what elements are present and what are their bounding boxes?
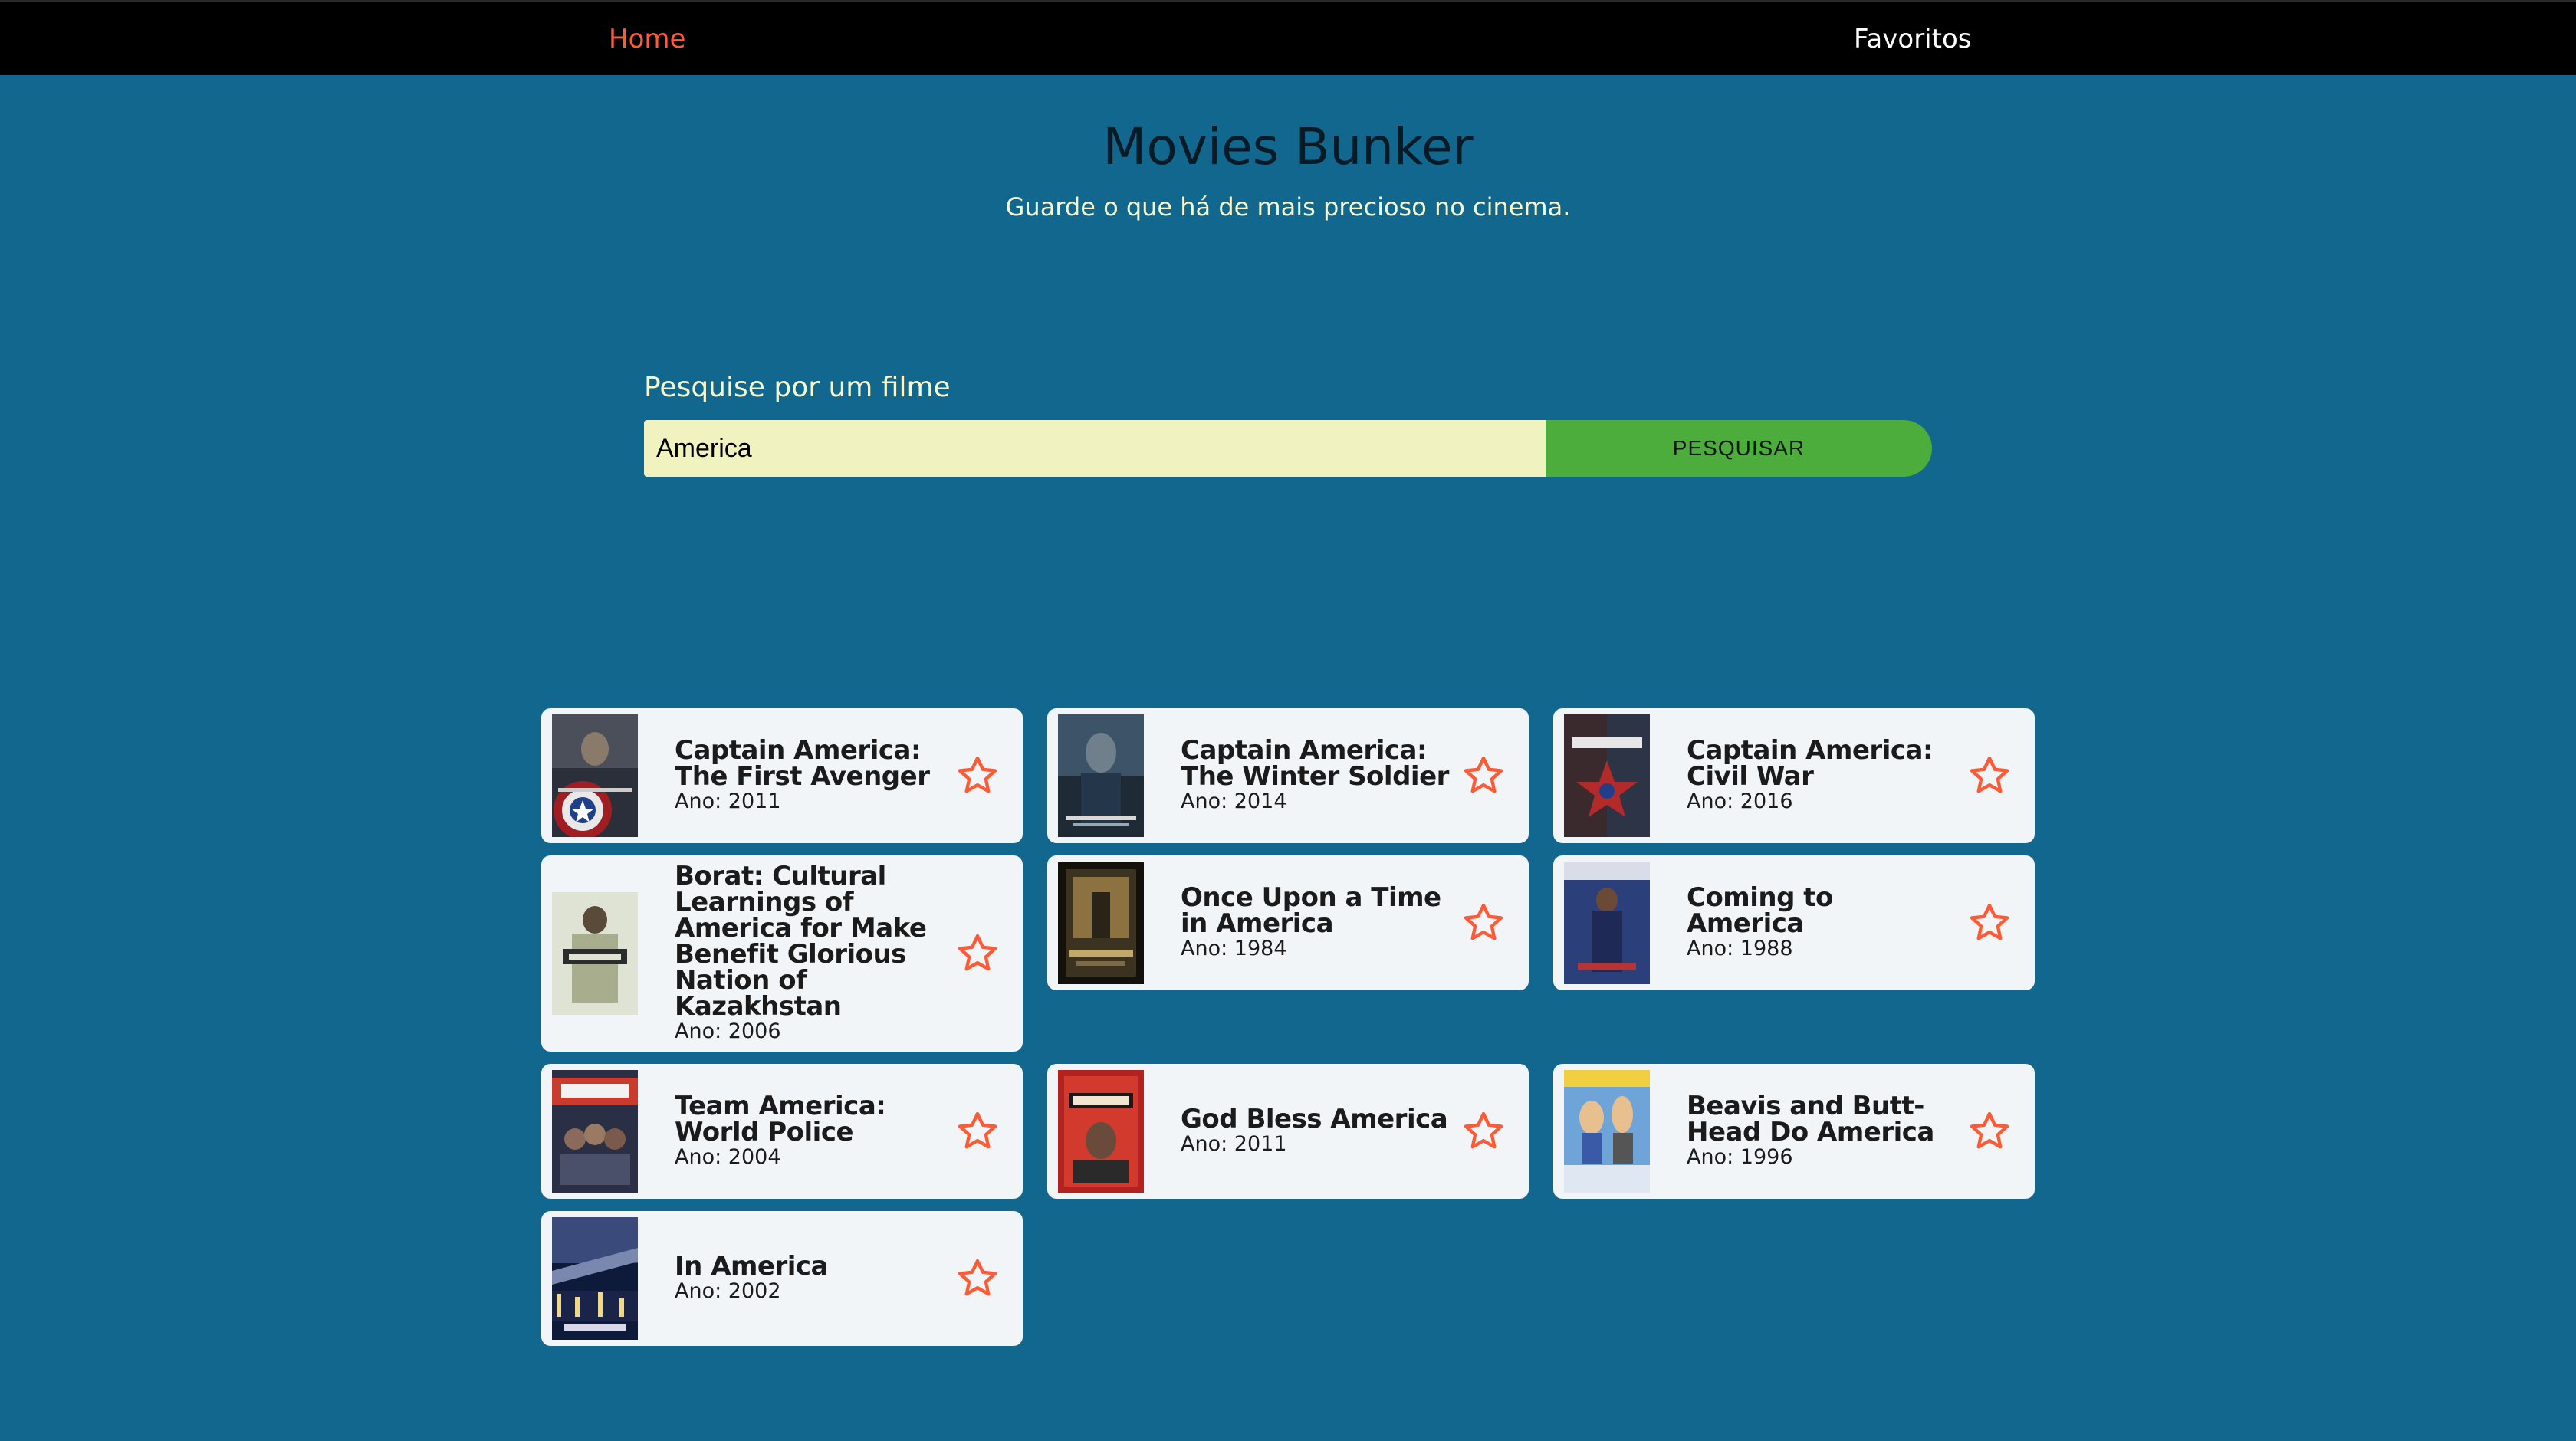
movie-title: Team America: World Police xyxy=(675,1091,886,1147)
movie-title: Once Upon a Time in America xyxy=(1181,882,1441,939)
movie-poster xyxy=(552,714,638,837)
movie-poster xyxy=(1058,714,1144,837)
movie-poster xyxy=(552,892,638,1015)
movie-card: Once Upon a Time in America Ano: 1984 xyxy=(1047,855,1529,990)
movie-info: Beavis and Butt-Head Do America Ano: 199… xyxy=(1687,1091,1958,1171)
page-subtitle: Guarde o que há de mais precioso no cine… xyxy=(1005,192,1571,222)
movie-info: In America Ano: 2002 xyxy=(675,1252,946,1305)
search-label: Pesquise por um filme xyxy=(644,372,951,403)
movie-title: Captain America: The Winter Soldier xyxy=(1181,735,1449,792)
search-input[interactable] xyxy=(644,420,1546,477)
star-outline-icon[interactable] xyxy=(1461,901,1506,945)
movie-poster xyxy=(1058,862,1144,984)
movie-poster xyxy=(552,1070,638,1193)
movie-year: Ano: 1996 xyxy=(1687,1145,1793,1169)
movie-poster xyxy=(552,1217,638,1340)
movie-info: Captain America: Civil War Ano: 2016 xyxy=(1687,736,1958,816)
top-navigation: Home Favoritos xyxy=(0,0,2576,75)
movie-poster xyxy=(1058,1070,1144,1193)
movie-title: Coming to America xyxy=(1687,882,1833,939)
movie-year: Ano: 1988 xyxy=(1687,937,1793,960)
movie-year: Ano: 2011 xyxy=(675,789,781,813)
star-outline-icon[interactable] xyxy=(1967,901,2012,945)
movie-info: Borat: Cultural Learnings of America for… xyxy=(675,862,946,1045)
movie-info: Team America: World Police Ano: 2004 xyxy=(675,1091,946,1171)
movie-info: God Bless America Ano: 2011 xyxy=(1181,1105,1452,1158)
movie-year: Ano: 2002 xyxy=(675,1279,781,1303)
movie-card: God Bless America Ano: 2011 xyxy=(1047,1064,1529,1199)
nav-favorites-link[interactable]: Favoritos xyxy=(1854,24,1971,54)
movie-card: Coming to America Ano: 1988 xyxy=(1553,855,2035,990)
movie-title: God Bless America xyxy=(1181,1104,1448,1134)
movie-card: Team America: World Police Ano: 2004 xyxy=(541,1064,1023,1199)
movie-year: Ano: 2004 xyxy=(675,1145,781,1169)
star-outline-icon[interactable] xyxy=(1967,1109,2012,1154)
movie-card: Captain America: The Winter Soldier Ano:… xyxy=(1047,708,1529,843)
movie-year: Ano: 2011 xyxy=(1181,1132,1287,1156)
star-outline-icon[interactable] xyxy=(955,1256,1000,1301)
movie-year: Ano: 2014 xyxy=(1181,789,1287,813)
movie-info: Once Upon a Time in America Ano: 1984 xyxy=(1181,883,1452,963)
movie-card: Beavis and Butt-Head Do America Ano: 199… xyxy=(1553,1064,2035,1199)
movie-card: In America Ano: 2002 xyxy=(541,1211,1023,1346)
movie-title: Beavis and Butt-Head Do America xyxy=(1687,1091,1934,1147)
nav-home-link[interactable]: Home xyxy=(609,24,685,54)
movie-title: Borat: Cultural Learnings of America for… xyxy=(675,861,927,1022)
movie-poster xyxy=(1564,862,1650,984)
movie-title: In America xyxy=(675,1251,829,1282)
movie-year: Ano: 1984 xyxy=(1181,937,1287,960)
star-outline-icon[interactable] xyxy=(955,753,1000,798)
movie-info: Captain America: The First Avenger Ano: … xyxy=(675,736,946,816)
movie-poster xyxy=(1564,714,1650,837)
star-outline-icon[interactable] xyxy=(1461,753,1506,798)
movie-info: Coming to America Ano: 1988 xyxy=(1687,883,1958,963)
results-grid: Captain America: The First Avenger Ano: … xyxy=(541,708,2035,1346)
movie-info: Captain America: The Winter Soldier Ano:… xyxy=(1181,736,1452,816)
star-outline-icon[interactable] xyxy=(1461,1109,1506,1154)
movie-title: Captain America: The First Avenger xyxy=(675,735,930,792)
movie-poster xyxy=(1564,1070,1650,1193)
page-title: Movies Bunker xyxy=(1102,117,1474,176)
movie-card: Captain America: Civil War Ano: 2016 xyxy=(1553,708,2035,843)
movie-card: Borat: Cultural Learnings of America for… xyxy=(541,855,1023,1052)
star-outline-icon[interactable] xyxy=(955,931,1000,976)
movie-year: Ano: 2006 xyxy=(675,1019,781,1043)
search-button[interactable]: PESQUISAR xyxy=(1546,420,1932,477)
star-outline-icon[interactable] xyxy=(1967,753,2012,798)
movie-title: Captain America: Civil War xyxy=(1687,735,1934,792)
movie-year: Ano: 2016 xyxy=(1687,789,1793,813)
movie-card: Captain America: The First Avenger Ano: … xyxy=(541,708,1023,843)
star-outline-icon[interactable] xyxy=(955,1109,1000,1154)
